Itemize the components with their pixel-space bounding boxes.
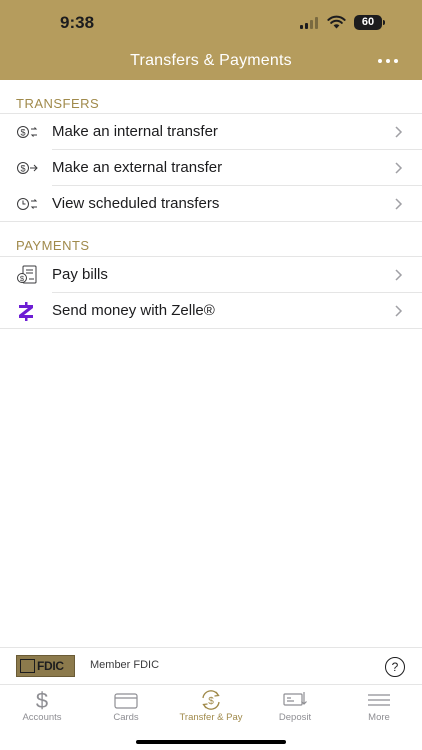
battery-level: 60 bbox=[361, 16, 375, 28]
divider bbox=[0, 221, 422, 222]
row-label: Pay bills bbox=[52, 266, 108, 283]
member-fdic-text: Member FDIC bbox=[90, 659, 160, 671]
svg-text:$: $ bbox=[208, 696, 214, 707]
tab-cards[interactable]: Cards bbox=[84, 685, 168, 731]
fdic-logo: FDIC bbox=[16, 655, 75, 677]
zelle-row[interactable]: Send money with Zelle® bbox=[0, 293, 422, 329]
row-label: Make an external transfer bbox=[52, 159, 223, 176]
tab-label: More bbox=[368, 712, 390, 723]
svg-text:$: $ bbox=[20, 164, 25, 174]
tab-label: Accounts bbox=[22, 712, 62, 723]
pay-bills-row[interactable]: $ Pay bills bbox=[0, 257, 422, 293]
fdic-logo-mark bbox=[20, 659, 35, 673]
internal-transfer-row[interactable]: $ Make an internal transfer bbox=[0, 114, 422, 150]
row-label: Send money with Zelle® bbox=[52, 302, 215, 319]
home-indicator bbox=[136, 740, 286, 744]
tab-more[interactable]: More bbox=[337, 685, 421, 731]
scheduled-transfer-icon bbox=[17, 198, 38, 210]
internal-transfer-icon: $ bbox=[17, 126, 38, 138]
external-transfer-icon: $ bbox=[17, 162, 38, 174]
menu-icon bbox=[368, 694, 390, 706]
app-header: 9:38 60 Transfers & Payments bbox=[0, 0, 422, 80]
row-label: Make an internal transfer bbox=[52, 123, 218, 140]
tab-accounts[interactable]: $ Accounts bbox=[0, 685, 84, 731]
scheduled-transfers-row[interactable]: View scheduled transfers bbox=[0, 186, 422, 222]
more-options-button[interactable] bbox=[372, 50, 404, 72]
divider bbox=[0, 328, 422, 329]
cellular-signal-icon bbox=[300, 17, 320, 29]
row-label: View scheduled transfers bbox=[52, 195, 220, 212]
external-transfer-row[interactable]: $ Make an external transfer bbox=[0, 150, 422, 186]
card-icon bbox=[114, 693, 138, 709]
bill-pay-icon: $ bbox=[17, 265, 37, 284]
tab-transfer-pay[interactable]: $ Transfer & Pay bbox=[169, 685, 253, 731]
help-button[interactable]: ? bbox=[385, 657, 405, 677]
svg-text:$: $ bbox=[20, 128, 25, 138]
transfer-pay-icon: $ bbox=[202, 690, 220, 710]
dollar-icon: $ bbox=[36, 689, 48, 711]
svg-text:$: $ bbox=[36, 689, 48, 711]
battery-icon: 60 bbox=[354, 15, 382, 30]
help-icon: ? bbox=[391, 660, 399, 674]
chevron-right-icon bbox=[395, 126, 403, 138]
payments-section-header: PAYMENTS bbox=[16, 238, 90, 253]
chevron-right-icon bbox=[395, 305, 403, 317]
status-bar: 9:38 60 bbox=[0, 0, 422, 44]
tab-label: Transfer & Pay bbox=[179, 712, 243, 723]
battery-cap bbox=[383, 20, 385, 25]
tab-label: Deposit bbox=[278, 712, 312, 723]
chevron-right-icon bbox=[395, 162, 403, 174]
chevron-right-icon bbox=[395, 198, 403, 210]
status-time: 9:38 bbox=[60, 13, 95, 32]
tab-deposit[interactable]: Deposit bbox=[253, 685, 337, 731]
chevron-right-icon bbox=[395, 269, 403, 281]
transfers-section-header: TRANSFERS bbox=[16, 96, 100, 111]
fdic-bar: FDIC Member FDIC ? bbox=[0, 647, 422, 684]
page-title: Transfers & Payments bbox=[130, 52, 292, 69]
deposit-icon bbox=[283, 692, 307, 706]
fdic-logo-text: FDIC bbox=[37, 659, 64, 673]
wifi-icon bbox=[327, 15, 346, 29]
tab-label: Cards bbox=[113, 712, 139, 723]
zelle-icon bbox=[19, 302, 33, 321]
